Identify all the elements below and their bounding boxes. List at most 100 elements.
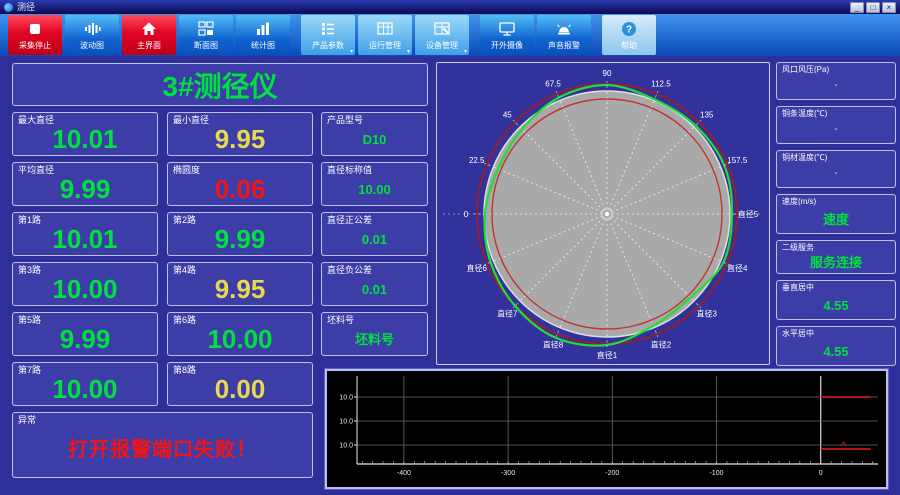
help-icon: ? [622, 21, 636, 36]
abnormal-label: 异常 [18, 415, 37, 425]
toolbar: 采集停止 波动图 主界面 断面图 统计图 产品参数 ▾ 运行管理 ▾ 设备管理 … [0, 14, 900, 56]
sound-alarm-button[interactable]: 声音报警 [537, 15, 591, 55]
section-view-button[interactable]: 断面图 [179, 15, 233, 55]
polar-chart-panel: 0 22.5 45 67.5 90 112.5 135 157.5 直径5 直径4 直径3 直径2 直径… [436, 62, 770, 365]
metric-value: 0.00 [214, 374, 266, 404]
metric-cell-path2: 第2路 9.99 [167, 212, 313, 256]
metric-value: 10.00 [52, 274, 118, 304]
app-window: 测径 _ □ × 采集停止 波动图 主界面 断面图 统计图 产品参数 ▾ 运行管… [0, 0, 900, 495]
svg-text:直径4: 直径4 [727, 263, 748, 273]
metric-value: D10 [362, 131, 387, 147]
svg-text:-300: -300 [501, 470, 515, 477]
status-label: 铜条温度(℃) [782, 109, 828, 118]
status-cell-speed: 速度(m/s) 速度 [776, 194, 896, 234]
metric-cell-path4: 第4路 9.95 [167, 262, 313, 306]
metric-cell-nominal-diameter: 直径标称值 10.00 [321, 162, 428, 206]
svg-text:?: ? [626, 24, 632, 35]
metric-cell-path5: 第5路 9.99 [12, 312, 158, 356]
window-title: 测径 [17, 2, 36, 12]
close-button[interactable]: × [882, 1, 896, 13]
metric-cell-billet-number: 坯料号 坯料号 [321, 312, 428, 356]
svg-text:22.5: 22.5 [469, 156, 485, 165]
dropdown-arrow-icon: ▾ [406, 49, 410, 55]
monitor-icon [499, 21, 515, 36]
metric-value: 0.01 [361, 281, 388, 297]
stop-acquisition-button[interactable]: 采集停止 [8, 15, 62, 55]
svg-text:90: 90 [603, 69, 612, 78]
status-label: 速度(m/s) [782, 197, 817, 206]
metric-cell-plus-tolerance: 直径正公差 0.01 [321, 212, 428, 256]
metric-value: 0.06 [214, 174, 266, 204]
metric-label: 直径负公差 [327, 265, 373, 275]
list-icon [322, 22, 334, 35]
svg-text:直径2: 直径2 [651, 339, 672, 349]
external-camera-button[interactable]: 开外摄像 [480, 15, 534, 55]
gauge-title-box: 3#测径仪 [12, 63, 428, 106]
toolbar-button-label: 波动图 [80, 40, 104, 50]
window-controls: _ □ × [850, 1, 896, 13]
svg-text:直径7: 直径7 [497, 309, 518, 319]
toolbar-button-label: 统计图 [251, 40, 275, 50]
status-cell-level2-service: 二级服务 服务连接 [776, 240, 896, 274]
statistics-view-button[interactable]: 统计图 [236, 15, 290, 55]
svg-text:45: 45 [503, 110, 512, 119]
svg-text:67.5: 67.5 [545, 80, 561, 89]
metric-cell-path1: 第1路 10.01 [12, 212, 158, 256]
status-label: 二级服务 [782, 243, 814, 252]
status-cell-vertical-centering: 垂直居中 4.55 [776, 280, 896, 320]
main-view-button[interactable]: 主界面 [122, 15, 176, 55]
status-label: 铜材温度(℃) [782, 153, 828, 162]
metric-value: 10.00 [207, 324, 273, 354]
status-value: 4.55 [823, 343, 849, 359]
titlebar: 测径 _ □ × [0, 0, 900, 14]
status-value: - [834, 80, 838, 91]
svg-text:-100: -100 [709, 470, 723, 477]
app-icon [4, 2, 13, 12]
svg-text:157.5: 157.5 [727, 156, 748, 165]
fluctuation-view-button[interactable]: 波动图 [65, 15, 119, 55]
metric-cell-path7: 第7路 10.00 [12, 362, 158, 406]
run-management-button[interactable]: 运行管理 ▾ [358, 15, 412, 55]
metric-value: 10.00 [52, 374, 118, 404]
help-button[interactable]: ? 帮助 [602, 15, 656, 55]
metric-value: 10.01 [52, 124, 118, 154]
product-params-button[interactable]: 产品参数 ▾ [301, 15, 355, 55]
svg-text:直径8: 直径8 [543, 339, 564, 349]
status-cell-strip-temperature: 铜条温度(℃) - [776, 106, 896, 144]
svg-text:-200: -200 [605, 470, 619, 477]
metric-value: 9.99 [59, 324, 111, 354]
svg-text:135: 135 [700, 110, 714, 119]
svg-text:-400: -400 [397, 470, 411, 477]
maximize-button[interactable]: □ [866, 1, 880, 13]
bar-chart-icon [257, 22, 269, 35]
metric-value: 9.95 [214, 274, 266, 304]
status-value: 4.55 [823, 297, 849, 313]
metric-label: 坯料号 [327, 315, 355, 325]
svg-text:直径3: 直径3 [696, 309, 717, 319]
metric-cell-path6: 第6路 10.00 [167, 312, 313, 356]
table-icon [377, 21, 393, 35]
toolbar-button-label: 开外摄像 [491, 40, 523, 50]
status-label: 垂直居中 [782, 283, 814, 292]
metric-value: 坯料号 [354, 331, 394, 347]
abnormal-status-box: 异常 打开报警端口失败！ [12, 412, 313, 478]
toolbar-button-label: 运行管理 [369, 40, 401, 50]
alarm-icon [557, 21, 571, 34]
svg-text:10.0: 10.0 [339, 443, 353, 450]
minimize-button[interactable]: _ [850, 1, 864, 13]
toolbar-button-label: 断面图 [194, 40, 218, 50]
metric-value: 9.99 [59, 174, 111, 204]
metric-cell-avg-diameter: 平均直径 9.99 [12, 162, 158, 206]
metric-label: 直径标称值 [327, 165, 373, 175]
metric-value: 9.95 [214, 124, 266, 154]
stop-icon [30, 23, 40, 34]
svg-text:直径6: 直径6 [467, 263, 488, 273]
dropdown-arrow-icon: ▾ [463, 49, 467, 55]
trend-chart: 10.0 10.0 10.0 -400 -300 -200 -100 0 [339, 376, 878, 477]
abnormal-message: 打开报警端口失败！ [68, 439, 257, 461]
metric-cell-minus-tolerance: 直径负公差 0.01 [321, 262, 428, 306]
metric-value: 0.01 [361, 231, 388, 247]
dropdown-arrow-icon: ▾ [349, 49, 353, 55]
device-management-button[interactable]: 设备管理 ▾ [415, 15, 469, 55]
toolbar-button-label: 设备管理 [426, 40, 458, 50]
